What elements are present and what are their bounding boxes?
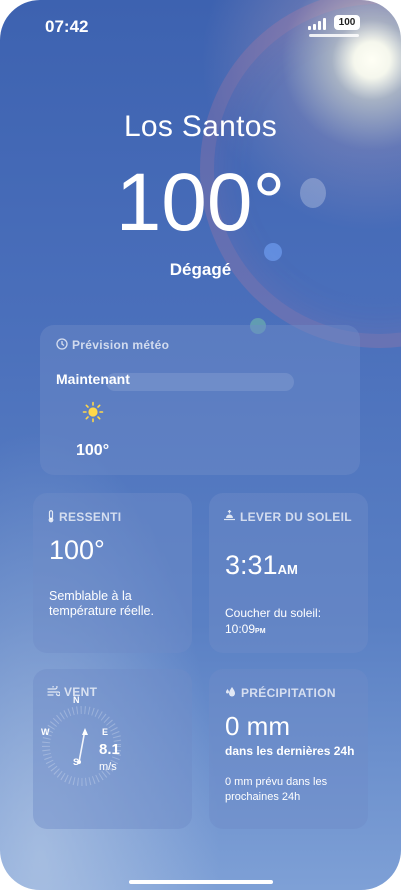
home-indicator[interactable] [129, 880, 273, 884]
compass-north: N [73, 695, 80, 705]
status-time: 07:42 [45, 17, 89, 36]
wind-unit: m/s [99, 761, 117, 773]
compass-east: E [102, 727, 109, 737]
sunrise-title-text: LEVER DU SOLEIL [240, 510, 352, 525]
city-name: Los Santos [123, 110, 278, 143]
forecast-scroll-track [106, 373, 294, 391]
wind-card[interactable]: VENT N E S W 8.1 m/s [33, 669, 192, 829]
clock-icon [56, 338, 68, 353]
compass-west: W [41, 727, 50, 737]
sunrise-icon [223, 509, 236, 526]
current-temperature: 100° [115, 157, 286, 248]
feels-like-title-text: RESSENTI [59, 510, 122, 525]
forecast-hour-temperature: 100° [76, 442, 110, 459]
wind-speed: 8.1 [99, 741, 120, 758]
precipitation-amount: 0 mm [225, 711, 290, 741]
battery-icon: 100 [334, 15, 360, 30]
sunrise-time: 3:31AM [225, 550, 298, 581]
forecast-card-title: Prévision météo [56, 338, 169, 353]
feels-like-temperature: 100° [49, 535, 105, 565]
sunset-ampm: PM [255, 628, 266, 635]
signal-icon [308, 18, 330, 30]
precipitation-card[interactable]: PRÉCIPITATION 0 mm dans les dernières 24… [209, 669, 368, 829]
sunrise-ampm: AM [277, 562, 298, 577]
sunset-time: 10:09PM [225, 621, 321, 640]
forecast-hour-label: Maintenant [56, 371, 130, 387]
sunset-info: Coucher du soleil: 10:09PM [225, 605, 321, 640]
notch-indicator [309, 34, 359, 37]
feels-like-card[interactable]: RESSENTI 100° Semblable à la température… [33, 493, 192, 653]
precipitation-title: PRÉCIPITATION [225, 686, 336, 701]
sunset-label: Coucher du soleil: [225, 606, 322, 620]
precipitation-forecast: 0 mm prévu dans les prochaines 24h [225, 776, 328, 803]
precipitation-period: dans les dernières 24h [225, 744, 355, 758]
raindrops-icon [225, 686, 237, 701]
compass-south: S [73, 757, 80, 767]
sunset-time-value: 10:09 [225, 622, 256, 636]
feels-like-description: Semblable à la température réelle. [49, 589, 154, 618]
feels-like-title: RESSENTI [47, 510, 121, 526]
forecast-title-text: Prévision météo [72, 338, 170, 352]
sunrise-card[interactable]: LEVER DU SOLEIL 3:31AM Coucher du soleil… [209, 493, 368, 653]
weather-app-screen: 07:42 100 Los Santos 100° Dégagé Prévisi… [0, 0, 401, 890]
sun-icon [82, 401, 104, 423]
weather-condition: Dégagé [169, 260, 232, 279]
sunrise-title: LEVER DU SOLEIL [223, 509, 353, 526]
sunrise-time-value: 3:31 [225, 550, 278, 580]
weather-header: Los Santos 100° Dégagé [0, 110, 401, 279]
forecast-card[interactable]: Prévision météo Maintenant 100° [40, 325, 360, 475]
thermometer-icon [47, 510, 55, 526]
precipitation-title-text: PRÉCIPITATION [241, 686, 336, 700]
